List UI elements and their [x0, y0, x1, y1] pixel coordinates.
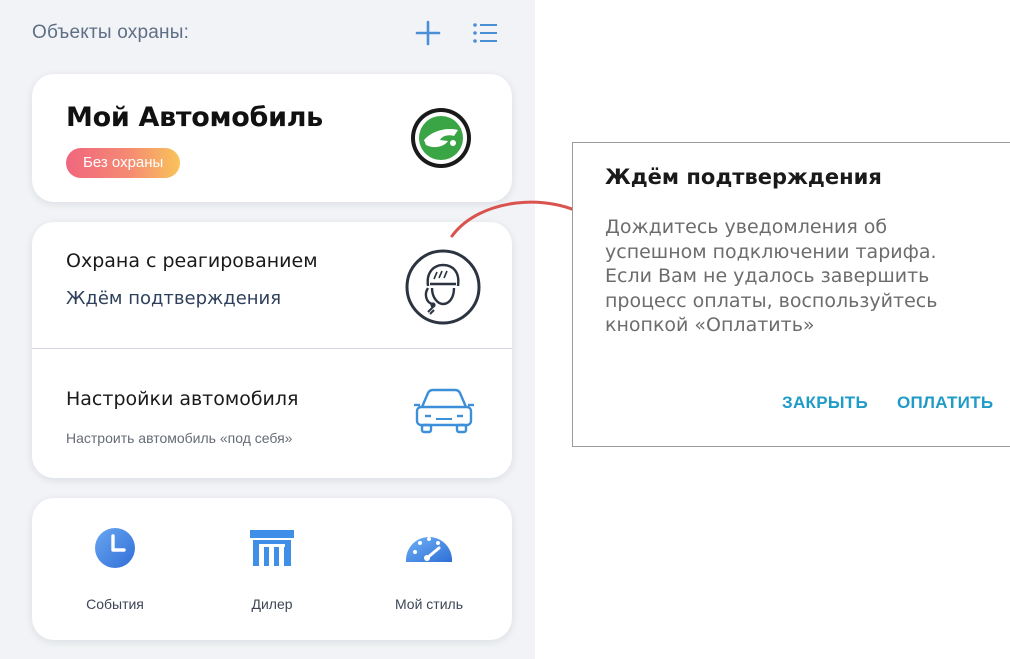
list-icon — [473, 23, 497, 43]
security-guard-icon — [405, 249, 481, 325]
clock-icon — [95, 528, 135, 568]
status-badge: Без охраны — [66, 148, 181, 178]
menu-label-dealer: Дилер — [251, 596, 293, 612]
menu-item-dealer[interactable]: Дилер — [202, 498, 342, 640]
dialog-title: Ждём подтверждения — [605, 165, 882, 189]
bottom-menu-card: События Дилер Мой стиль — [32, 498, 512, 640]
car-card[interactable]: Мой Автомобиль Без охраны — [32, 74, 512, 202]
dialog-message-line: Дождитесь уведомления об — [605, 216, 888, 238]
menu-label-my-style: Мой стиль — [394, 596, 463, 612]
pay-button[interactable]: ОПЛАТИТЬ — [897, 393, 993, 413]
confirmation-dialog: Ждём подтверждения Дождитесь уведомления… — [572, 142, 1010, 447]
brand-logo-icon — [411, 108, 471, 168]
services-card: Охрана с реагированием Ждём подтверждени… — [32, 222, 512, 478]
car-settings-subtitle: Настроить автомобиль «под себя» — [66, 430, 293, 446]
speedometer-icon — [406, 537, 452, 562]
dealer-building-icon — [250, 530, 294, 566]
dialog-message-line: процесс оплаты, воспользуйтесь — [605, 289, 938, 312]
add-button[interactable] — [413, 18, 443, 48]
page-title: Объекты охраны: — [32, 22, 190, 43]
dialog-message: Дождитесь уведомления об успешном подклю… — [605, 215, 1001, 338]
menu-label-events: События — [86, 596, 144, 612]
security-service-title: Охрана с реагированием — [66, 250, 318, 272]
plus-icon — [415, 20, 441, 46]
menu-item-events[interactable]: События — [45, 498, 185, 640]
car-icon — [414, 388, 474, 434]
list-view-button[interactable] — [470, 18, 500, 48]
app-screen: Объекты охраны: Мой Автомобиль Без охран… — [0, 0, 535, 659]
dialog-message-line: Если Вам не удалось завершить — [605, 265, 930, 287]
close-button[interactable]: ЗАКРЫТЬ — [782, 393, 868, 413]
menu-item-my-style[interactable]: Мой стиль — [359, 498, 499, 640]
dialog-message-line: кнопкой «Оплатить» — [605, 314, 815, 336]
car-name: Мой Автомобиль — [66, 102, 323, 133]
security-service-status: Ждём подтверждения — [66, 288, 282, 309]
dialog-message-line: успешном подключении тарифа. — [605, 240, 937, 263]
divider — [32, 348, 512, 349]
car-settings-title: Настройки автомобиля — [66, 388, 299, 410]
